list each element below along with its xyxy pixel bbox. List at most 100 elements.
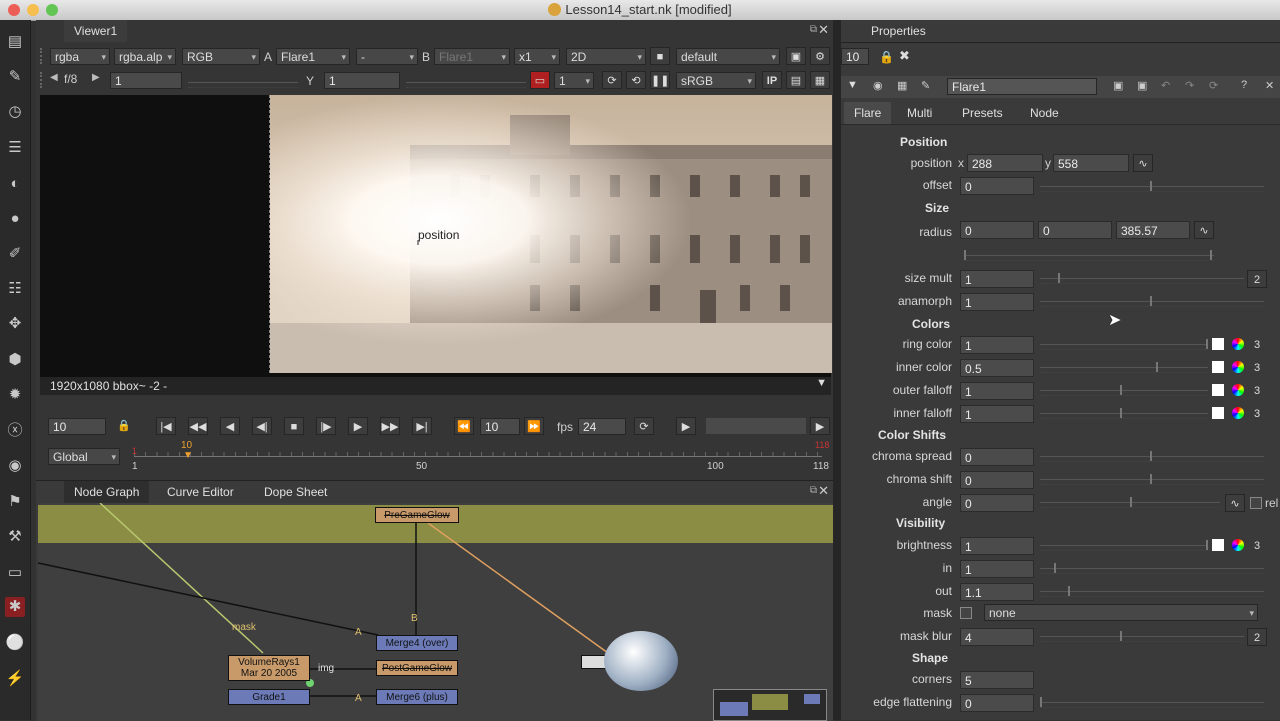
- timeline-ruler[interactable]: [134, 456, 822, 457]
- out-knob[interactable]: [1068, 586, 1070, 596]
- in-field[interactable]: 1: [960, 560, 1034, 578]
- redo-node-icon[interactable]: ▣: [1137, 79, 1147, 92]
- radius-knob-1[interactable]: [964, 250, 966, 260]
- outer-falloff-swatch[interactable]: [1212, 384, 1224, 396]
- brightness-wheel-icon[interactable]: [1232, 539, 1244, 551]
- timeline-scrub-field[interactable]: [706, 418, 806, 434]
- merge-icon[interactable]: ☷: [5, 279, 25, 299]
- edge-flattening-field[interactable]: 0: [960, 694, 1034, 712]
- node-color-icon[interactable]: ▦: [897, 79, 907, 92]
- a-input-dropdown[interactable]: Flare1: [276, 48, 350, 66]
- tab-properties[interactable]: Properties: [861, 20, 936, 42]
- expand-transport-icon[interactable]: ▶: [810, 417, 830, 435]
- input-process-button[interactable]: IP: [762, 71, 782, 89]
- clear-panels-icon[interactable]: ✖: [899, 48, 910, 64]
- info-dropdown-icon[interactable]: ▼: [816, 377, 827, 389]
- pause-icon[interactable]: ❚❚: [650, 71, 670, 89]
- tab-presets[interactable]: Presets: [952, 102, 1013, 124]
- collapse-icon[interactable]: ▼: [847, 79, 858, 91]
- node-merge4[interactable]: Merge4 (over): [376, 635, 458, 651]
- fstop-prev-icon[interactable]: ◀: [50, 72, 58, 83]
- roi-icon[interactable]: ▣: [786, 47, 806, 65]
- mask-blur-knob[interactable]: [1120, 631, 1122, 641]
- brightness-swatch[interactable]: [1212, 539, 1224, 551]
- update-icon[interactable]: ⟲: [626, 71, 646, 89]
- color-icon[interactable]: ◐: [5, 174, 25, 194]
- size-mult-field[interactable]: 1: [960, 270, 1034, 288]
- keyer-icon[interactable]: ✐: [5, 244, 25, 264]
- ring-color-field[interactable]: 1: [960, 336, 1034, 354]
- filter-icon[interactable]: ●: [5, 209, 25, 229]
- offset-slider-knob[interactable]: [1150, 181, 1152, 191]
- help-icon[interactable]: ?: [1241, 79, 1247, 91]
- frame-skip-dropdown[interactable]: 1: [554, 72, 594, 90]
- edge-flattening-knob[interactable]: [1040, 697, 1042, 707]
- position-handle-label[interactable]: position: [418, 228, 459, 242]
- deep-icon[interactable]: ⓧ: [5, 421, 25, 441]
- fstop-value[interactable]: f/8: [64, 72, 77, 86]
- tab-curve-editor[interactable]: Curve Editor: [157, 481, 244, 503]
- next-frame-icon[interactable]: ▶: [348, 417, 368, 435]
- paint-icon[interactable]: ✎: [5, 67, 25, 87]
- plugins-icon[interactable]: ⚪: [5, 633, 25, 653]
- mask-checkbox[interactable]: [960, 607, 972, 619]
- position-x-field[interactable]: 288: [967, 154, 1043, 172]
- channels-dropdown[interactable]: rgba: [50, 48, 110, 66]
- in-knob[interactable]: [1054, 563, 1056, 573]
- gain-slider[interactable]: [188, 82, 298, 88]
- first-frame-icon[interactable]: |◀: [156, 417, 176, 435]
- edge-flattening-slider[interactable]: [1040, 697, 1264, 708]
- node-name-field[interactable]: Flare1: [947, 78, 1097, 95]
- node-grade1[interactable]: Grade1: [228, 689, 310, 705]
- next-keyframe-icon[interactable]: ▶▶: [380, 417, 400, 435]
- outer-falloff-wheel-icon[interactable]: [1232, 384, 1244, 396]
- size-mult-knob[interactable]: [1058, 273, 1060, 283]
- center-node-icon[interactable]: ◉: [873, 79, 883, 92]
- offset-slider[interactable]: [1040, 181, 1264, 192]
- step-back-icon[interactable]: ⏪: [454, 417, 474, 435]
- inner-color-knob[interactable]: [1156, 362, 1158, 372]
- clip-warning-icon[interactable]: ▭: [530, 71, 550, 89]
- inner-falloff-field[interactable]: 1: [960, 405, 1034, 423]
- zoom-dropdown[interactable]: x1: [514, 48, 560, 66]
- out-slider[interactable]: [1040, 586, 1264, 597]
- node-postgameglow[interactable]: PostGameGlow: [376, 660, 458, 676]
- mask-blur-badge[interactable]: 2: [1247, 628, 1267, 646]
- brightness-slider[interactable]: [1040, 540, 1208, 551]
- current-frame-indicator-icon[interactable]: ▼: [183, 450, 193, 461]
- radius-curve-icon[interactable]: ∿: [1194, 221, 1214, 239]
- size-mult-slider[interactable]: [1040, 273, 1244, 284]
- node-volumerays[interactable]: VolumeRays1 Mar 20 2005: [228, 655, 310, 681]
- mask-blur-field[interactable]: 4: [960, 628, 1034, 646]
- inner-falloff-knob[interactable]: [1120, 408, 1122, 418]
- angle-knob[interactable]: [1130, 497, 1132, 507]
- angle-curve-icon[interactable]: ∿: [1225, 494, 1245, 512]
- in-slider[interactable]: [1040, 563, 1264, 574]
- ring-color-swatch[interactable]: [1212, 338, 1224, 350]
- float-node-icon[interactable]: ✎: [921, 79, 930, 92]
- ring-color-knob[interactable]: [1206, 339, 1208, 349]
- other-icon[interactable]: ⚒: [5, 527, 25, 547]
- close-node-icon[interactable]: ✕: [1265, 79, 1274, 92]
- tab-flare[interactable]: Flare: [844, 102, 892, 124]
- refresh-icon[interactable]: ⟳: [602, 71, 622, 89]
- inner-color-slider[interactable]: [1040, 362, 1208, 373]
- camera-icon[interactable]: ■: [650, 47, 670, 65]
- outer-falloff-knob[interactable]: [1120, 385, 1122, 395]
- node-pregameglow[interactable]: PreGameGlow: [375, 507, 459, 523]
- step-forward-icon[interactable]: ⏩: [524, 417, 544, 435]
- mask-channel-dropdown[interactable]: none: [984, 604, 1258, 622]
- position-y-field[interactable]: 558: [1053, 154, 1129, 172]
- plug-icon[interactable]: ⚡: [5, 669, 25, 689]
- inner-color-wheel-icon[interactable]: [1232, 361, 1244, 373]
- inner-falloff-wheel-icon[interactable]: [1232, 407, 1244, 419]
- revert-icon[interactable]: ⟳: [1209, 79, 1218, 92]
- corners-field[interactable]: 5: [960, 671, 1034, 689]
- lock-range-icon[interactable]: 🔒: [114, 417, 134, 435]
- anamorph-slider[interactable]: [1040, 296, 1264, 307]
- lock-icon[interactable]: 🔒: [879, 50, 894, 64]
- node-merge6[interactable]: Merge6 (plus): [376, 689, 458, 705]
- views-icon[interactable]: ◉: [5, 456, 25, 476]
- stripes-icon[interactable]: ▦: [810, 71, 830, 89]
- brightness-knob[interactable]: [1206, 540, 1208, 550]
